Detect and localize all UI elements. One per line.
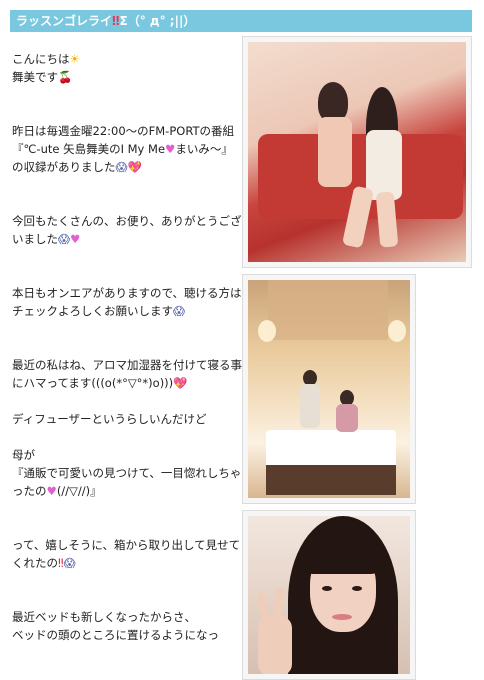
greeting-line: こんにちは☀	[12, 52, 80, 66]
photo-sofa-image	[248, 42, 466, 262]
paragraph-aroma: 最近の私はね、アロマ加湿器を付けて寝る事にハマってます(((o(*°▽°*)o)…	[12, 358, 242, 390]
paragraph-diffuser: ディフューザーというらしいんだけど	[12, 412, 207, 426]
sparkle-heart-icon: 💖	[127, 160, 142, 174]
paragraph-box: って、嬉しそうに、箱から取り出して見せてくれたの‼😱	[12, 538, 241, 570]
paragraph-radio: 昨日は毎週金曜22:00～のFM-PORTの番組『℃-ute 矢島舞美のI My…	[12, 124, 234, 174]
scared-face-icon: 😱	[115, 160, 128, 174]
entry-title: ラッスンゴレライ	[16, 14, 113, 28]
photo-hotel-room[interactable]	[242, 274, 416, 504]
entry-title-suffix: Σ（° д° ;||）	[119, 14, 196, 28]
heart-icon: ♥	[70, 232, 81, 246]
paragraph-mother-1: 母が	[12, 448, 35, 462]
name-line: 舞美です🍒	[12, 70, 73, 84]
cherry-icon: 🍒	[58, 70, 73, 84]
heart-icon: ♥	[46, 484, 57, 498]
paragraph-bed-2: ベッドの頭のところに置けるようになっ	[12, 628, 219, 642]
photo-hotel-room-image	[248, 280, 410, 498]
paragraph-onair: 本日もオンエアがありますので、聴ける方はチェックよろしくお願いします😱	[12, 286, 242, 318]
entry-body: こんにちは☀ 舞美です🍒 昨日は毎週金曜22:00～のFM-PORTの番組『℃-…	[12, 50, 244, 644]
paragraph-bed-1: 最近ベッドも新しくなったからさ、	[12, 610, 196, 624]
scared-face-icon: 😱	[173, 304, 185, 318]
photo-sofa[interactable]	[242, 36, 472, 268]
paragraph-mother-2: 『通販で可愛いの見つけて、一目惚れしちゃったの♥(//▽//)』	[12, 466, 242, 498]
scared-face-icon: 😱	[58, 232, 70, 246]
photo-selfie-image	[248, 516, 410, 674]
paragraph-thanks: 今回もたくさんの、お便り、ありがとうございました😱♥	[12, 214, 242, 246]
blog-entry: ラッスンゴレライ‼Σ（° д° ;||） こんにちは☀ 舞美です🍒 昨日は毎週金…	[0, 0, 484, 680]
entry-title-bar: ラッスンゴレライ‼Σ（° д° ;||）	[10, 10, 472, 32]
heart-icon: ♥	[165, 142, 176, 156]
double-exclamation-icon: ‼	[112, 14, 120, 28]
scared-face-icon: 😱	[63, 556, 76, 570]
sparkle-heart-icon: 💖	[173, 376, 188, 390]
sun-icon: ☀	[69, 52, 80, 66]
photo-selfie[interactable]	[242, 510, 416, 680]
